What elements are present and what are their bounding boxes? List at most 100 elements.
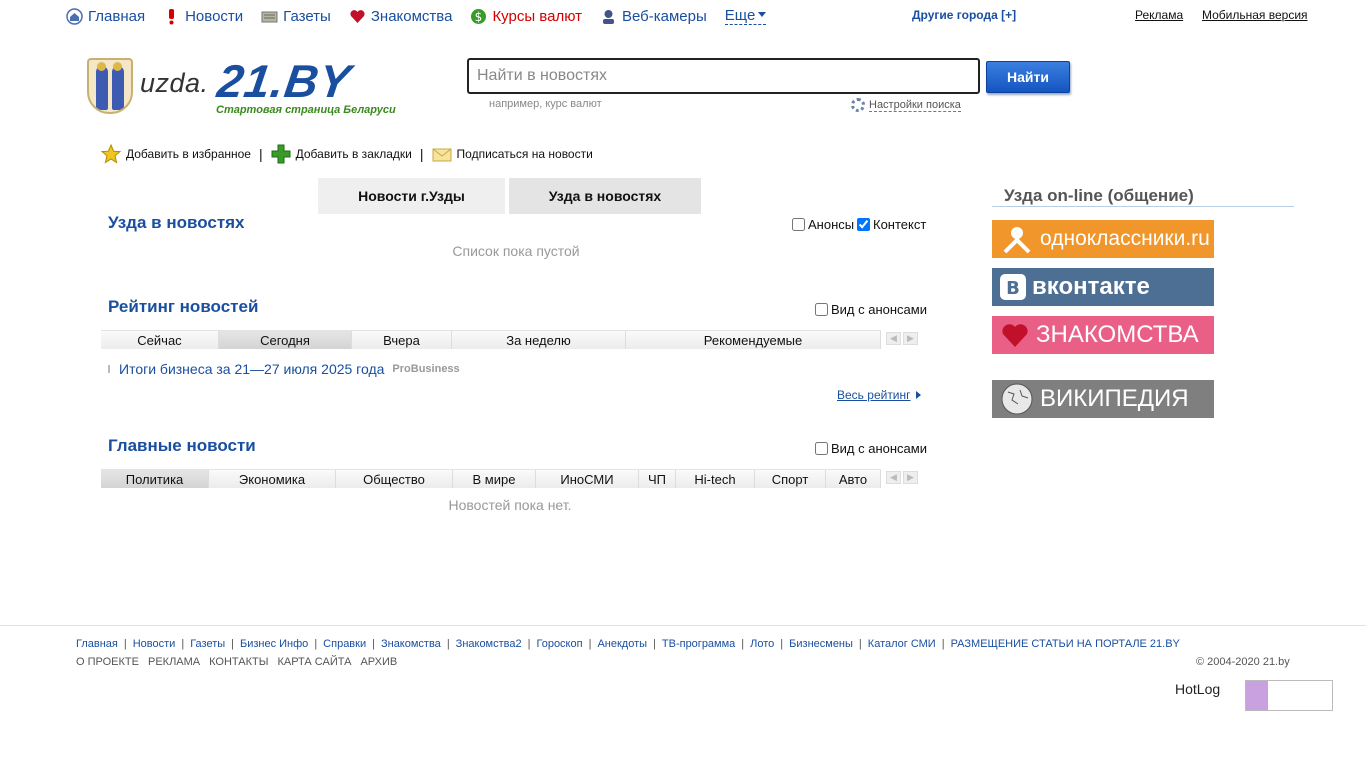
category-society[interactable]: Общество xyxy=(336,470,453,488)
nav-dating[interactable]: Знакомства xyxy=(349,7,453,25)
footer-link[interactable]: Справки xyxy=(323,638,366,650)
wikipedia-globe-icon xyxy=(1001,383,1033,415)
category-economy[interactable]: Экономика xyxy=(209,470,336,488)
footer-link[interactable]: Газеты xyxy=(190,638,225,650)
subscribe-link[interactable]: Подписаться на новости xyxy=(432,144,593,164)
footer-link[interactable]: Лото xyxy=(750,638,774,650)
nav-currency[interactable]: $ Курсы валют xyxy=(470,8,582,25)
category-inosmi[interactable]: ИноСМИ xyxy=(536,470,639,488)
main-announce-checkbox-label[interactable]: Вид с анонсами xyxy=(815,441,927,456)
nav-newspapers-label: Газеты xyxy=(283,7,331,25)
footer-link-secondary[interactable]: О ПРОЕКТЕ xyxy=(76,656,139,668)
context-checkbox-label[interactable]: Контекст xyxy=(857,217,926,232)
wikipedia-banner[interactable]: ВИКИПЕДИЯ xyxy=(992,380,1214,418)
category-sport[interactable]: Спорт xyxy=(755,470,826,488)
tab-city-in-news[interactable]: Узда в новостях xyxy=(509,178,701,214)
next-arrow-icon[interactable]: ▶ xyxy=(903,471,918,484)
add-bookmarks-link[interactable]: Добавить в закладки xyxy=(271,144,412,164)
rating-announce-label: Вид с анонсами xyxy=(831,302,927,317)
footer-link[interactable]: Бизнес Инфо xyxy=(240,638,308,650)
dollar-icon: $ xyxy=(471,8,487,24)
category-incidents[interactable]: ЧП xyxy=(639,470,676,488)
nav-more[interactable]: Еще xyxy=(724,7,767,25)
category-auto[interactable]: Авто xyxy=(826,470,881,488)
footer-link[interactable]: Гороскоп xyxy=(536,638,582,650)
divider xyxy=(0,625,1366,626)
footer-link-secondary[interactable]: РЕКЛАМА xyxy=(148,656,200,668)
footer-link[interactable]: РАЗМЕЩЕНИЕ СТАТЬИ НА ПОРТАЛЕ 21.BY xyxy=(951,638,1180,650)
add-favorites-link[interactable]: Добавить в избранное xyxy=(101,144,251,164)
context-checkbox[interactable] xyxy=(857,218,870,231)
nav-dating-label: Знакомства xyxy=(370,7,453,25)
footer-link-secondary[interactable]: КОНТАКТЫ xyxy=(209,656,268,668)
city-name: uzda. xyxy=(140,68,209,98)
footer-link[interactable]: ТВ-программа xyxy=(662,638,735,650)
announce-checkbox[interactable] xyxy=(792,218,805,231)
nav-webcams[interactable]: Веб-камеры xyxy=(600,8,707,25)
site-logo[interactable]: 21.BY xyxy=(214,55,354,107)
nav-newspapers[interactable]: Газеты xyxy=(261,8,331,25)
other-cities-link[interactable]: Другие города [+] xyxy=(912,8,1016,22)
online-section-title: Узда on-line (общение) xyxy=(1004,186,1194,205)
footer-link[interactable]: Главная xyxy=(76,638,118,650)
section-title-city-in-news: Узда в новостях xyxy=(108,213,245,232)
nav-home[interactable]: Главная xyxy=(66,8,145,25)
svg-text:$: $ xyxy=(475,10,483,24)
prev-arrow-icon[interactable]: ◀ xyxy=(886,471,901,484)
list-item: Итоги бизнеса за 21—27 июля 2025 года Pr… xyxy=(108,361,460,377)
footer-link[interactable]: Бизнесмены xyxy=(789,638,853,650)
footer-link[interactable]: Новости xyxy=(133,638,176,650)
news-title-link[interactable]: Итоги бизнеса за 21—27 июля 2025 года xyxy=(119,361,384,377)
top-nav: Главная Новости Газеты Знакомства $ Курс… xyxy=(66,5,767,27)
prev-arrow-icon[interactable]: ◀ xyxy=(886,332,901,345)
next-arrow-icon[interactable]: ▶ xyxy=(903,332,918,345)
main-announce-checkbox[interactable] xyxy=(815,442,828,455)
category-politics[interactable]: Политика xyxy=(101,470,209,488)
search-settings-link[interactable]: Настройки поиска xyxy=(851,98,961,112)
filter-today[interactable]: Сегодня xyxy=(219,331,352,349)
filter-now[interactable]: Сейчас xyxy=(101,331,219,349)
mobile-version-link[interactable]: Мобильная версия xyxy=(1202,8,1308,22)
empty-list-message: Список пока пустой xyxy=(452,243,580,259)
home-icon xyxy=(66,7,83,25)
filter-yesterday[interactable]: Вчера xyxy=(352,331,452,349)
nav-news[interactable]: Новости xyxy=(163,8,243,25)
gear-icon xyxy=(851,98,865,112)
footer-link-secondary[interactable]: АРХИВ xyxy=(360,656,397,668)
footer-link[interactable]: Анекдоты xyxy=(597,638,647,650)
footer-link[interactable]: Каталог СМИ xyxy=(868,638,936,650)
vkontakte-banner[interactable]: В вконтакте xyxy=(992,268,1214,306)
dating-banner[interactable]: ЗНАКОМСТВА xyxy=(992,316,1214,354)
filter-recommended[interactable]: Рекомендуемые xyxy=(626,331,881,349)
rating-announce-checkbox-label[interactable]: Вид с анонсами xyxy=(815,302,927,317)
odnoklassniki-banner[interactable]: одноклассники.ru xyxy=(992,220,1214,258)
divider: | xyxy=(372,638,375,650)
divider: | xyxy=(446,638,450,650)
rating-announce-checkbox[interactable] xyxy=(815,303,828,316)
search-button[interactable]: Найти xyxy=(986,61,1070,93)
footer-link-secondary[interactable]: КАРТА САЙТА xyxy=(277,656,351,668)
newspaper-icon xyxy=(261,11,278,22)
star-icon xyxy=(101,144,121,164)
announce-checkbox-label[interactable]: Анонсы xyxy=(792,217,854,232)
news-source: ProBusiness xyxy=(392,363,460,375)
coat-of-arms-logo[interactable] xyxy=(87,58,133,114)
footer-link[interactable]: Знакомства xyxy=(381,638,441,650)
nav-webcams-label: Веб-камеры xyxy=(621,7,707,25)
divider: | xyxy=(419,146,424,162)
filter-week[interactable]: За неделю xyxy=(452,331,626,349)
tabs: Новости г.Узды Узда в новостях xyxy=(318,178,705,214)
tab-city-news[interactable]: Новости г.Узды xyxy=(318,178,505,214)
search-input[interactable] xyxy=(467,58,980,94)
counter-badge[interactable] xyxy=(1245,680,1333,711)
section-title-rating: Рейтинг новостей xyxy=(108,297,259,316)
category-hitech[interactable]: Hi-tech xyxy=(676,470,755,488)
hotlog-image[interactable]: HotLog xyxy=(1175,681,1220,697)
rating-pager: ◀ ▶ xyxy=(886,332,920,345)
footer-link[interactable]: Знакомства2 xyxy=(456,638,522,650)
category-world[interactable]: В мире xyxy=(453,470,536,488)
divider: | xyxy=(314,638,318,650)
bullet-icon xyxy=(108,365,110,373)
all-rating-link[interactable]: Весь рейтинг xyxy=(837,388,921,402)
ads-link[interactable]: Реклама xyxy=(1135,8,1183,22)
